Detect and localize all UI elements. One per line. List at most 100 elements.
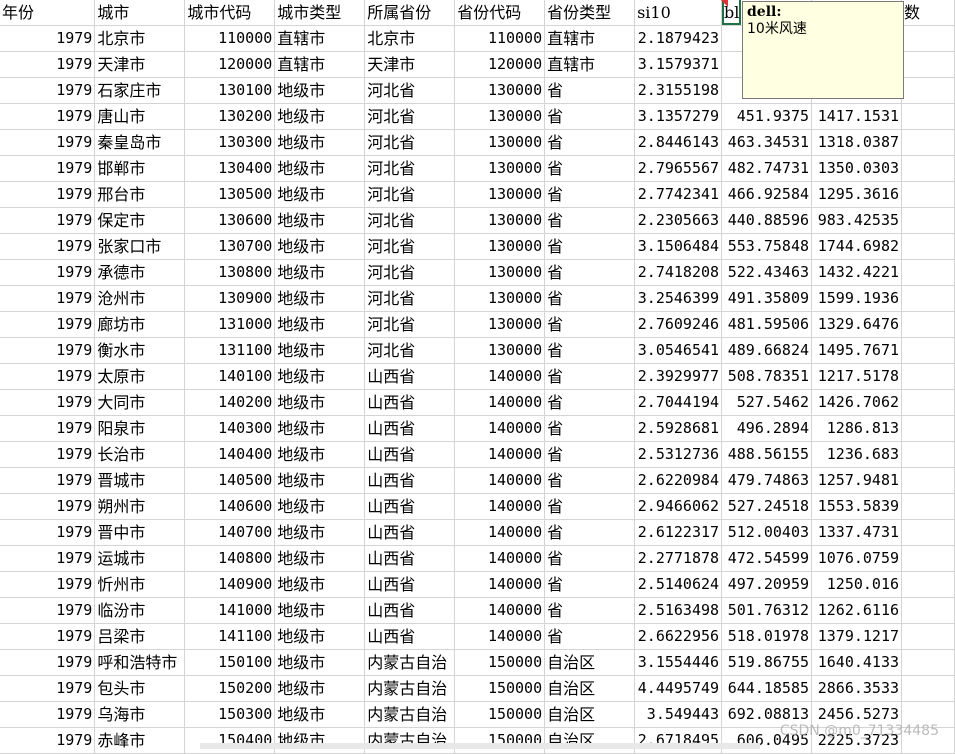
table-cell[interactable]: 1286.813 [811,415,903,442]
table-cell[interactable]: 地级市 [274,701,366,728]
table-cell[interactable]: 512.00403 [721,519,813,546]
table-cell[interactable]: 1640.4133 [811,649,903,676]
horizontal-scrollbar[interactable] [200,743,760,749]
table-cell[interactable]: 省 [544,623,636,650]
table-cell[interactable] [901,51,955,78]
table-cell[interactable]: 直辖市 [544,25,636,52]
table-cell[interactable]: 省 [544,155,636,182]
table-cell[interactable]: 地级市 [274,77,366,104]
table-cell[interactable]: 山西省 [364,597,456,624]
table-cell[interactable]: 晋城市 [94,467,186,494]
table-cell[interactable]: 140000 [454,389,546,416]
table-cell[interactable]: 地级市 [274,467,366,494]
table-cell[interactable]: 140000 [454,571,546,598]
table-cell[interactable]: 吕梁市 [94,623,186,650]
table-cell[interactable]: 山西省 [364,389,456,416]
table-cell[interactable]: 527.24518 [721,493,813,520]
table-cell[interactable]: 150400 [184,727,276,754]
table-cell[interactable]: 131000 [184,311,276,338]
table-cell[interactable]: 乌海市 [94,701,186,728]
table-cell[interactable]: 1979 [0,389,96,416]
table-cell[interactable]: 自治区 [544,727,636,754]
table-cell[interactable]: 河北省 [364,337,456,364]
table-cell[interactable]: 1329.6476 [811,311,903,338]
table-cell[interactable]: 地级市 [274,155,366,182]
table-cell[interactable]: 1979 [0,519,96,546]
table-cell[interactable]: 内蒙古自治 [364,675,456,702]
table-cell[interactable]: 山西省 [364,493,456,520]
table-cell[interactable]: 130000 [454,259,546,286]
table-cell[interactable]: 150000 [454,675,546,702]
table-cell[interactable]: 130000 [454,181,546,208]
table-cell[interactable]: 1979 [0,207,96,234]
table-cell[interactable]: 501.76312 [721,597,813,624]
table-cell[interactable]: 2.8446143 [634,129,723,156]
table-cell[interactable]: 1337.4731 [811,519,903,546]
table-cell[interactable] [901,493,955,520]
table-cell[interactable]: 130000 [454,285,546,312]
table-cell[interactable]: 省 [544,519,636,546]
table-cell[interactable]: 河北省 [364,103,456,130]
table-cell[interactable]: 张家口市 [94,233,186,260]
table-cell[interactable]: 488.56155 [721,441,813,468]
table-cell[interactable]: 1979 [0,467,96,494]
table-cell[interactable]: 呼和浩特市 [94,649,186,676]
table-cell[interactable]: 130000 [454,129,546,156]
table-cell[interactable]: 131100 [184,337,276,364]
table-cell[interactable]: 地级市 [274,181,366,208]
table-cell[interactable] [901,623,955,650]
table-cell[interactable]: 491.35809 [721,285,813,312]
table-cell[interactable]: 直辖市 [274,51,366,78]
table-cell[interactable] [901,545,955,572]
table-cell[interactable] [901,103,955,130]
table-cell[interactable]: 140600 [184,493,276,520]
table-cell[interactable]: 地级市 [274,571,366,598]
table-cell[interactable] [901,519,955,546]
table-cell[interactable]: 河北省 [364,77,456,104]
table-cell[interactable]: 518.01978 [721,623,813,650]
column-header[interactable]: 省份代码 [454,0,546,26]
table-cell[interactable]: 2.5163498 [634,597,723,624]
table-cell[interactable]: 553.75848 [721,233,813,260]
table-cell[interactable]: 1979 [0,233,96,260]
table-cell[interactable] [901,77,955,104]
table-cell[interactable]: 1979 [0,129,96,156]
table-cell[interactable]: 482.74731 [721,155,813,182]
table-cell[interactable]: 1236.683 [811,441,903,468]
table-cell[interactable]: 140000 [454,467,546,494]
table-cell[interactable]: 130900 [184,285,276,312]
table-cell[interactable]: 1979 [0,649,96,676]
table-cell[interactable]: 3.1554446 [634,649,723,676]
table-cell[interactable]: 山西省 [364,363,456,390]
table-cell[interactable] [901,467,955,494]
table-cell[interactable]: 472.54599 [721,545,813,572]
column-header[interactable]: si10 [634,0,723,26]
table-cell[interactable]: 130000 [454,337,546,364]
table-cell[interactable]: 省 [544,77,636,104]
table-cell[interactable]: 太原市 [94,363,186,390]
table-cell[interactable]: 2.6220984 [634,467,723,494]
table-cell[interactable]: 3.0546541 [634,337,723,364]
table-cell[interactable]: 1979 [0,25,96,52]
table-cell[interactable]: 1495.7671 [811,337,903,364]
table-cell[interactable]: 3.1357279 [634,103,723,130]
table-cell[interactable]: 河北省 [364,285,456,312]
table-cell[interactable]: 1257.9481 [811,467,903,494]
table-cell[interactable]: 赤峰市 [94,727,186,754]
table-cell[interactable] [901,129,955,156]
table-cell[interactable]: 山西省 [364,623,456,650]
table-cell[interactable]: 河北省 [364,181,456,208]
table-cell[interactable]: 北京市 [364,25,456,52]
table-cell[interactable]: 河北省 [364,155,456,182]
table-cell[interactable]: 130800 [184,259,276,286]
table-cell[interactable]: 地级市 [274,259,366,286]
table-cell[interactable]: 1979 [0,181,96,208]
table-cell[interactable] [901,571,955,598]
table-cell[interactable]: 地级市 [274,103,366,130]
table-cell[interactable] [901,441,955,468]
table-cell[interactable]: 3.2546399 [634,285,723,312]
table-cell[interactable]: 130000 [454,311,546,338]
table-cell[interactable]: 沧州市 [94,285,186,312]
table-cell[interactable]: 地级市 [274,675,366,702]
table-cell[interactable]: 省 [544,363,636,390]
